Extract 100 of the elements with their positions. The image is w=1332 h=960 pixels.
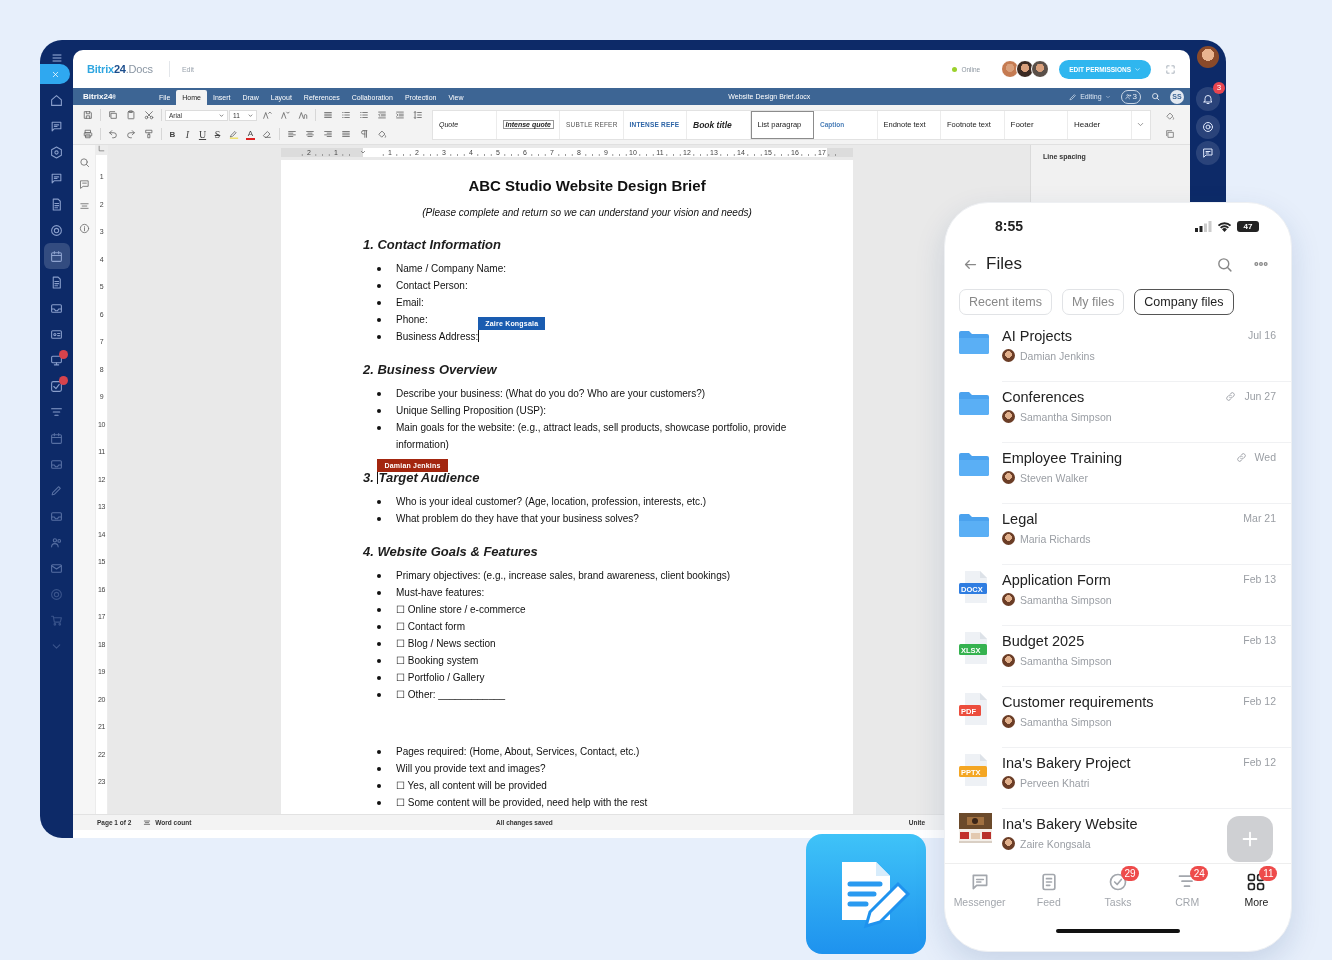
hexagon-icon (50, 145, 63, 159)
bottom-tab[interactable]: CRM 24 (1152, 865, 1222, 921)
format-button[interactable]: I (180, 128, 195, 140)
save-icon[interactable] (83, 110, 93, 120)
bottom-tab[interactable]: More 11 (1221, 865, 1291, 921)
menu-icon[interactable] (50, 52, 63, 64)
format-button[interactable]: A (246, 128, 255, 140)
owner-avatar (1002, 654, 1015, 667)
grow-font-icon[interactable] (262, 110, 272, 120)
heading-number: 3. (363, 469, 374, 487)
highlighter-icon[interactable] (229, 129, 239, 139)
file-date: Feb 12 (1243, 756, 1276, 768)
navigation-icon[interactable] (78, 201, 90, 212)
format-button[interactable]: S (210, 128, 225, 140)
list-item-text: Email: (396, 296, 424, 310)
change-case-icon[interactable] (298, 110, 308, 120)
owner-avatar (1002, 410, 1015, 423)
bullet-list-icon[interactable] (341, 110, 351, 120)
eraser-icon[interactable] (262, 129, 272, 139)
search-icon[interactable] (1151, 92, 1160, 101)
fill-color-icon[interactable] (377, 129, 387, 139)
align-right-icon[interactable] (323, 129, 333, 139)
chat-icon (50, 171, 63, 185)
info-icon[interactable] (78, 223, 90, 234)
paragraph-mark-icon[interactable] (359, 129, 369, 139)
select-icon[interactable] (1165, 128, 1176, 139)
file-name[interactable]: Ina's Bakery Website (1002, 815, 1138, 833)
bullet-dot (377, 675, 381, 680)
copy-icon[interactable] (108, 110, 118, 120)
bullet-dot (377, 283, 381, 288)
numbered-list-icon[interactable] (359, 110, 369, 120)
bullet-dot (377, 590, 381, 595)
drive-icon (50, 301, 63, 315)
align-left-icon[interactable] (287, 129, 297, 139)
format-button[interactable]: B (165, 129, 180, 139)
align-icon[interactable] (323, 110, 333, 120)
style-icon[interactable] (1165, 110, 1176, 121)
file-date: Mar 21 (1243, 512, 1276, 524)
close-button[interactable] (40, 64, 70, 84)
cart-icon (50, 613, 63, 627)
owner-name: Zaire Kongsala (1020, 837, 1091, 850)
increase-indent-icon[interactable] (395, 110, 405, 120)
chat-button[interactable] (1196, 141, 1220, 165)
docs-logo: Bitrix24.Docs (87, 63, 153, 75)
align-center-icon[interactable] (305, 129, 315, 139)
users-icon (1124, 93, 1132, 100)
heading-number: 4. (363, 543, 374, 561)
owner-avatar (1002, 471, 1015, 484)
wifi-icon (1217, 220, 1232, 232)
funnel-icon (50, 405, 63, 419)
line-spacing-icon[interactable] (413, 110, 423, 120)
folder-icon (959, 391, 989, 415)
cut-icon[interactable] (144, 110, 154, 120)
user-avatar[interactable] (1197, 46, 1219, 68)
monitor-icon (50, 353, 63, 367)
list-item-text: Main goals for the website: (e.g., attract leads, sell products, showcase portfolio, provide information) (396, 421, 788, 452)
list-item-text: Contact Person: (396, 279, 468, 293)
print-icon[interactable] (83, 129, 93, 139)
undo-icon[interactable] (108, 129, 118, 139)
search-icon[interactable] (78, 157, 90, 168)
notifications-button[interactable] (1196, 87, 1220, 111)
bottom-tab[interactable]: Tasks 29 (1083, 865, 1153, 921)
list-item-text: ☐ Booking system (396, 654, 479, 668)
target-icon (1202, 121, 1214, 133)
format-button[interactable]: U (195, 128, 210, 140)
owner-avatar (1002, 532, 1015, 545)
justify-icon[interactable] (341, 129, 351, 139)
bullet-dot (377, 692, 381, 697)
bullet-dot (377, 573, 381, 578)
list-item-text: ☐ Online store / e-commerce (396, 603, 526, 617)
paste-icon[interactable] (126, 110, 136, 120)
shrink-font-icon[interactable] (280, 110, 290, 120)
pencil-icon (1069, 92, 1078, 101)
filter-chip[interactable]: My files (1061, 289, 1125, 315)
bullet-dot (377, 624, 381, 629)
format-painter-icon[interactable] (144, 129, 154, 139)
list-item-text: Primary objectives: (e.g., increase sales, brand awareness, client bookings) (396, 569, 731, 583)
fingerprint-button[interactable] (1196, 115, 1220, 139)
more-styles-icon[interactable] (1136, 120, 1145, 129)
owner-avatar (1002, 715, 1015, 728)
chevron-down-icon (1104, 93, 1111, 100)
owner-avatar (1002, 349, 1015, 362)
target-icon (50, 223, 63, 237)
folder-icon (959, 513, 989, 537)
checkbox-icon (50, 379, 63, 393)
bullet-dot (377, 499, 381, 504)
filter-chip[interactable]: Recent items (959, 289, 1052, 315)
search-icon[interactable] (1216, 255, 1233, 273)
redo-icon[interactable] (126, 129, 136, 139)
folder-icon (959, 452, 989, 476)
indent-marker-icon[interactable] (359, 148, 367, 156)
ruler-margin (826, 148, 853, 157)
comment-icon[interactable] (78, 179, 90, 190)
filter-chip[interactable]: Company files (1134, 289, 1234, 315)
list-item-text: Phone: (396, 313, 428, 327)
list-item-text: Name / Company Name: (396, 262, 507, 276)
owner-avatar (1002, 837, 1015, 850)
bullet-dot (377, 749, 381, 754)
sidebar-item[interactable] (43, 243, 70, 269)
decrease-indent-icon[interactable] (377, 110, 387, 120)
